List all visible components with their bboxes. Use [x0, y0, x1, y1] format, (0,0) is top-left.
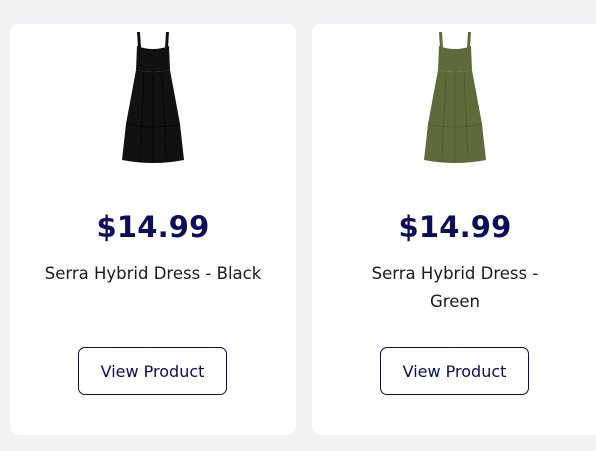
product-title: Serra Hybrid Dress - Black	[44, 264, 262, 283]
view-product-button[interactable]: View Product	[380, 347, 529, 395]
product-card: $14.99 Serra Hybrid Dress - Green View P…	[312, 24, 596, 435]
dress-image-green	[424, 32, 486, 163]
product-price: $14.99	[96, 210, 210, 244]
dress-image-black	[122, 32, 184, 163]
product-image[interactable]	[10, 28, 296, 168]
product-image[interactable]	[312, 28, 596, 168]
view-product-button[interactable]: View Product	[78, 347, 227, 395]
product-card: $14.99 Serra Hybrid Dress - Black View P…	[10, 24, 296, 435]
product-price: $14.99	[398, 210, 512, 244]
product-title: Serra Hybrid Dress - Green	[371, 264, 539, 311]
